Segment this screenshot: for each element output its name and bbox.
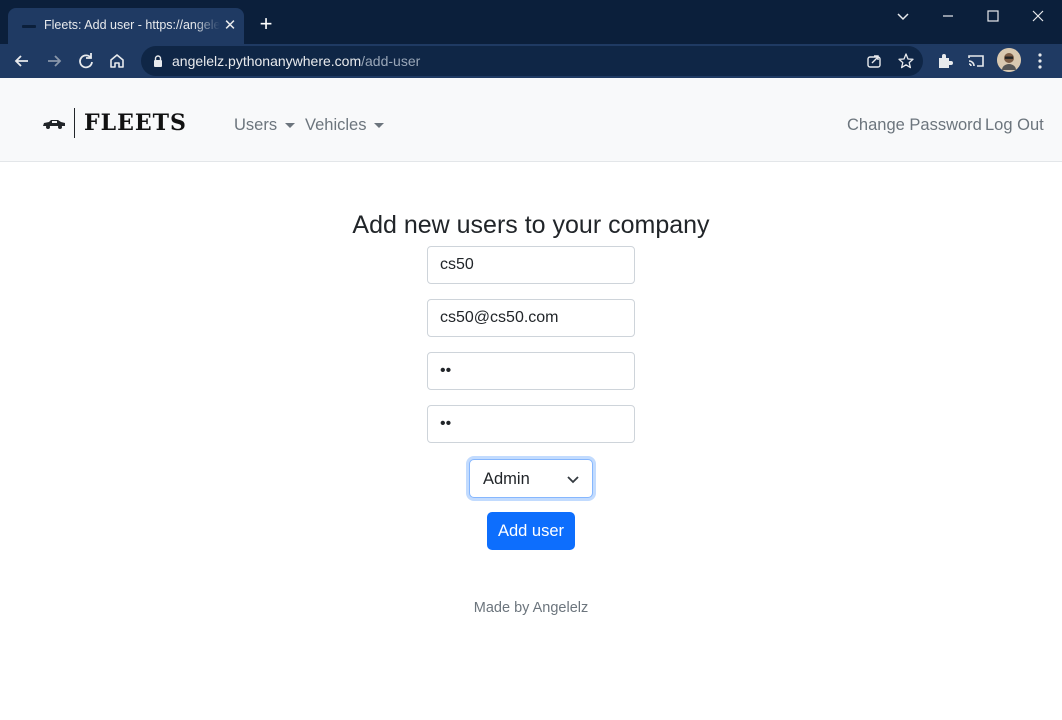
back-icon[interactable]: [11, 50, 33, 72]
url-host: angelelz.pythonanywhere.com: [172, 53, 362, 69]
users-dropdown-label: Users: [234, 116, 278, 134]
logout-link[interactable]: Log Out: [985, 116, 1044, 135]
footer-credit: Made by Angelelz: [473, 600, 589, 616]
url-text: angelelz.pythonanywhere.com/add-user: [172, 53, 420, 69]
add-user-button[interactable]: Add user: [487, 512, 575, 550]
browser-tab-active[interactable]: Fleets: Add user - https://angelelz.pyth…: [8, 8, 244, 44]
caret-down-icon: [285, 123, 296, 128]
username-field[interactable]: [427, 246, 635, 284]
forward-icon[interactable]: [43, 50, 65, 72]
users-dropdown[interactable]: Users: [234, 116, 296, 135]
profile-avatar[interactable]: [997, 48, 1021, 72]
url-path: /add-user: [361, 53, 421, 69]
browser-toolbar: angelelz.pythonanywhere.com/add-user: [0, 44, 1062, 78]
role-select[interactable]: Admin: [469, 459, 593, 498]
tab-title: Fleets: Add user - https://angelelz.pyth…: [44, 18, 220, 32]
menu-dots-icon[interactable]: [1029, 50, 1051, 72]
brand-divider: [74, 108, 75, 138]
page-title: Add new users to your company: [352, 211, 710, 239]
vehicles-dropdown-label: Vehicles: [305, 116, 367, 134]
caret-down-icon: [374, 123, 385, 128]
confirm-password-field[interactable]: [427, 405, 635, 443]
change-password-link[interactable]: Change Password: [847, 116, 982, 135]
reload-icon[interactable]: [75, 50, 97, 72]
role-select-value: Admin: [483, 470, 530, 488]
favicon-icon: [22, 25, 36, 28]
browser-titlebar: Fleets: Add user - https://angelelz.pyth…: [0, 0, 1062, 44]
new-tab-button[interactable]: +: [256, 13, 276, 35]
cast-icon[interactable]: [965, 50, 987, 72]
brand-name: FLEETS: [84, 110, 187, 136]
share-icon[interactable]: [865, 52, 883, 70]
vehicles-dropdown[interactable]: Vehicles: [305, 116, 385, 135]
tab-close-icon[interactable]: ✕: [222, 18, 238, 34]
close-window-icon[interactable]: [1028, 6, 1048, 26]
chevron-down-icon: [566, 473, 580, 485]
minimize-icon[interactable]: [938, 6, 958, 26]
password-field[interactable]: [427, 352, 635, 390]
lock-icon[interactable]: [151, 54, 165, 68]
car-logo-icon: [42, 117, 66, 129]
star-icon[interactable]: [897, 52, 915, 70]
extensions-icon[interactable]: [934, 50, 956, 72]
email-field[interactable]: [427, 299, 635, 337]
brand-link[interactable]: FLEETS: [42, 108, 187, 138]
tab-search-chevron-icon[interactable]: [893, 6, 913, 26]
maximize-icon[interactable]: [983, 6, 1003, 26]
address-bar[interactable]: angelelz.pythonanywhere.com/add-user: [141, 46, 923, 76]
site-navbar: FLEETS Users Vehicles Change Password Lo…: [0, 78, 1062, 162]
home-icon[interactable]: [106, 50, 128, 72]
